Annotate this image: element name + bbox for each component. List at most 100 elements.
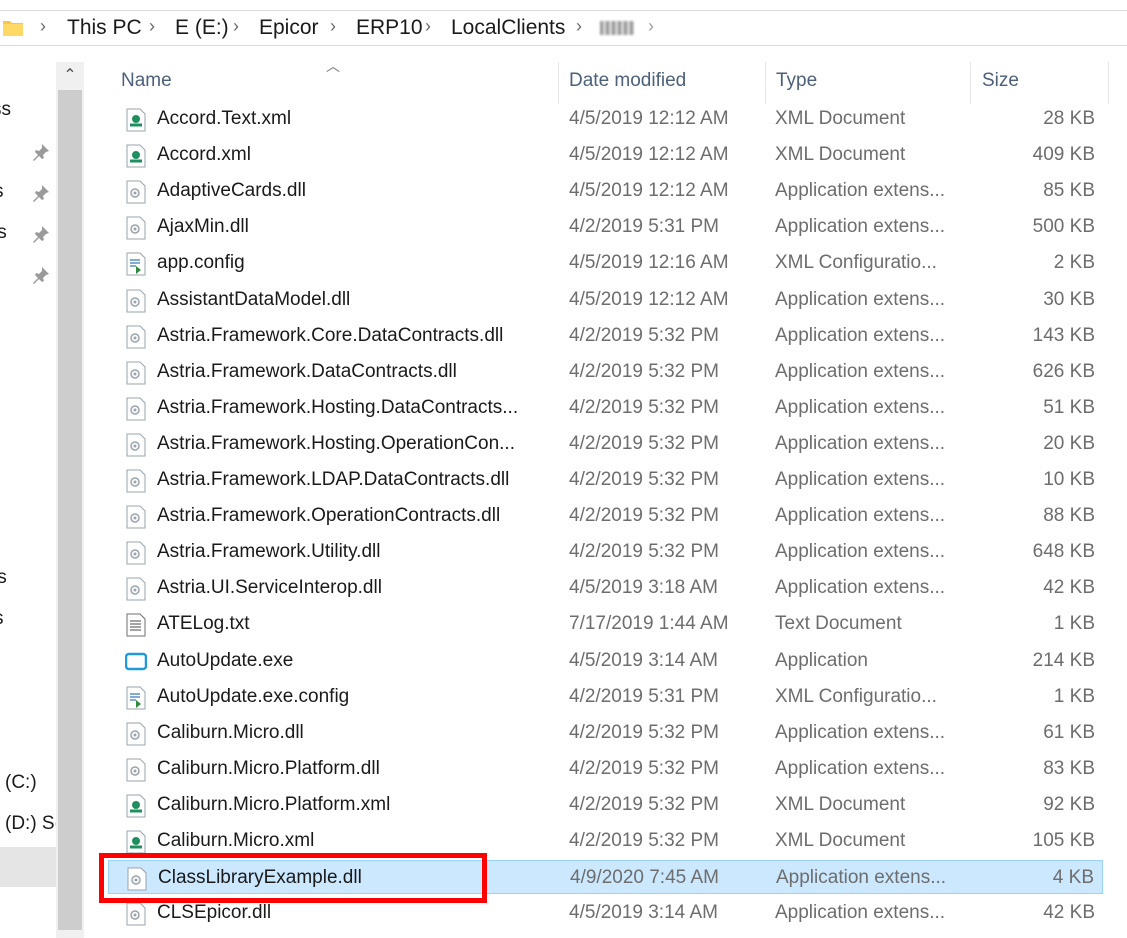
- file-name: AutoUpdate.exe.config: [157, 685, 350, 707]
- column-header-name[interactable]: Name: [121, 70, 172, 92]
- file-size: 143 KB: [1032, 324, 1095, 346]
- file-size: 1 KB: [1053, 685, 1095, 707]
- file-date-modified: 4/2/2019 5:32 PM: [569, 469, 719, 490]
- table-row[interactable]: AutoUpdate.exe.config 4/2/2019 5:31 PM XML…: [108, 680, 1103, 714]
- breadcrumb-separator[interactable]: ›: [425, 16, 431, 37]
- scroll-up-icon[interactable]: ⌃: [56, 62, 84, 90]
- table-row[interactable]: AssistantDataModel.dll 4/5/2019 12:12 AM A…: [108, 283, 1103, 317]
- file-type: Application extens...: [775, 721, 946, 743]
- file-size: 92 KB: [1043, 793, 1095, 815]
- nav-item-label[interactable]: ts: [0, 567, 7, 589]
- column-divider[interactable]: [765, 62, 766, 104]
- breadcrumb-separator[interactable]: ›: [40, 16, 46, 37]
- nav-item-d-drive[interactable]: (D:) S(: [5, 813, 61, 835]
- redacted-folder-name[interactable]: [600, 21, 634, 35]
- file-size: 4 KB: [1052, 867, 1094, 889]
- breadcrumb-localclients[interactable]: LocalClients: [451, 16, 565, 40]
- table-row[interactable]: ATELog.txt 7/17/2019 1:44 AM Text Document…: [108, 607, 1103, 641]
- column-divider[interactable]: [970, 62, 971, 104]
- breadcrumb-this-pc[interactable]: This PC: [67, 16, 142, 40]
- table-row[interactable]: Astria.Framework.Hosting.DataContracts..…: [108, 391, 1103, 425]
- scrollbar-thumb[interactable]: [58, 90, 82, 930]
- highlight-annotation: [99, 853, 487, 903]
- file-date-modified: 4/2/2019 5:32 PM: [569, 830, 719, 851]
- file-size: 88 KB: [1043, 505, 1095, 527]
- file-type: Application extens...: [775, 432, 946, 454]
- file-type: XML Document: [775, 144, 906, 166]
- address-bar[interactable]: › This PC › E (E:) › Epicor › ERP10 › Lo…: [0, 0, 1127, 58]
- file-name: Astria.UI.ServiceInterop.dll: [157, 577, 382, 599]
- breadcrumb-erp10[interactable]: ERP10: [356, 16, 423, 40]
- column-header-size[interactable]: Size: [982, 70, 1019, 92]
- file-name: Caliburn.Micro.Platform.xml: [157, 793, 391, 815]
- breadcrumb-separator[interactable]: ›: [233, 16, 239, 37]
- file-size: 105 KB: [1032, 830, 1095, 851]
- file-size: 85 KB: [1043, 180, 1095, 202]
- file-type: Application extens...: [775, 902, 946, 924]
- breadcrumb-separator[interactable]: ›: [149, 16, 155, 37]
- nav-item-label[interactable]: ss: [0, 99, 11, 121]
- breadcrumb-e-drive[interactable]: E (E:): [175, 16, 229, 40]
- dll-icon: [126, 216, 146, 240]
- file-size: 648 KB: [1032, 541, 1095, 563]
- file-size: 409 KB: [1032, 144, 1095, 166]
- table-row[interactable]: Astria.Framework.Hosting.OperationCon...…: [108, 427, 1103, 461]
- table-row[interactable]: Astria.Framework.Utility.dll 4/2/2019 5:3…: [108, 535, 1103, 569]
- column-header-date-modified[interactable]: Date modified: [569, 70, 686, 92]
- nav-item-label[interactable]: s: [0, 181, 4, 203]
- file-size: 61 KB: [1043, 721, 1095, 743]
- file-name: ATELog.txt: [157, 613, 250, 635]
- column-divider[interactable]: [1108, 62, 1109, 104]
- dll-icon: [126, 361, 146, 385]
- table-row[interactable]: Astria.Framework.LDAP.DataContracts.dll 4…: [108, 463, 1103, 497]
- table-row[interactable]: Accord.Text.xml 4/5/2019 12:12 AM XML Docu…: [108, 102, 1103, 136]
- file-size: 500 KB: [1032, 216, 1095, 238]
- breadcrumb-epicor[interactable]: Epicor: [259, 16, 319, 40]
- xml-document-icon: [126, 144, 146, 168]
- pin-icon[interactable]: [31, 224, 51, 244]
- breadcrumb-separator[interactable]: ›: [330, 16, 336, 37]
- table-row[interactable]: Caliburn.Micro.Platform.dll 4/2/2019 5:32…: [108, 752, 1103, 786]
- file-name: app.config: [157, 252, 245, 274]
- table-row[interactable]: AjaxMin.dll 4/2/2019 5:31 PM Application e…: [108, 210, 1103, 244]
- nav-selected-item[interactable]: [0, 847, 56, 887]
- file-name: Accord.Text.xml: [157, 108, 292, 129]
- file-date-modified: 4/5/2019 12:12 AM: [569, 108, 729, 129]
- pin-icon[interactable]: [31, 265, 51, 285]
- file-date-modified: 4/2/2019 5:32 PM: [569, 432, 719, 454]
- file-type: Application extens...: [775, 469, 946, 490]
- table-row[interactable]: Caliburn.Micro.Platform.xml 4/2/2019 5:32…: [108, 788, 1103, 822]
- file-name: Astria.Framework.Hosting.DataContracts..…: [157, 396, 519, 418]
- dll-icon: [126, 577, 146, 601]
- file-name: Astria.Framework.Utility.dll: [157, 541, 381, 563]
- file-size: 51 KB: [1043, 396, 1095, 418]
- column-divider[interactable]: [558, 62, 559, 104]
- table-row[interactable]: Astria.Framework.DataContracts.dll 4/2/20…: [108, 355, 1103, 389]
- file-type: Application extens...: [775, 180, 946, 202]
- file-name: Accord.xml: [157, 144, 251, 166]
- table-row[interactable]: app.config 4/5/2019 12:16 AM XML Configura…: [108, 246, 1103, 280]
- nav-item-c-drive[interactable]: (C:): [5, 772, 37, 794]
- table-row[interactable]: Astria.UI.ServiceInterop.dll 4/5/2019 3:1…: [108, 571, 1103, 605]
- breadcrumb-separator[interactable]: ›: [576, 16, 582, 37]
- file-date-modified: 4/2/2019 5:32 PM: [569, 324, 719, 346]
- pin-icon[interactable]: [31, 142, 51, 162]
- table-row[interactable]: Astria.Framework.Core.DataContracts.dll 4…: [108, 319, 1103, 353]
- table-row[interactable]: AutoUpdate.exe 4/5/2019 3:14 AM Applicatio…: [108, 644, 1103, 678]
- table-row[interactable]: Caliburn.Micro.dll 4/2/2019 5:32 PM Applic…: [108, 716, 1103, 750]
- nav-scrollbar[interactable]: ⌃: [56, 62, 84, 938]
- file-type: Application: [775, 649, 868, 671]
- table-row[interactable]: Astria.Framework.OperationContracts.dll 4…: [108, 499, 1103, 533]
- file-type: XML Document: [775, 793, 906, 815]
- pin-icon[interactable]: [31, 183, 51, 203]
- file-size: 20 KB: [1043, 432, 1095, 454]
- breadcrumb-separator[interactable]: ›: [648, 16, 654, 37]
- config-icon: [126, 686, 146, 710]
- table-row[interactable]: AdaptiveCards.dll 4/5/2019 12:12 AM Applic…: [108, 174, 1103, 208]
- file-type: XML Configuratio...: [775, 252, 937, 274]
- table-row[interactable]: Accord.xml 4/5/2019 12:12 AM XML Document 4…: [108, 138, 1103, 172]
- nav-item-label[interactable]: ts: [0, 222, 7, 244]
- file-type: Application extens...: [775, 396, 946, 418]
- nav-item-label[interactable]: s: [0, 608, 4, 630]
- column-header-type[interactable]: Type: [776, 70, 817, 92]
